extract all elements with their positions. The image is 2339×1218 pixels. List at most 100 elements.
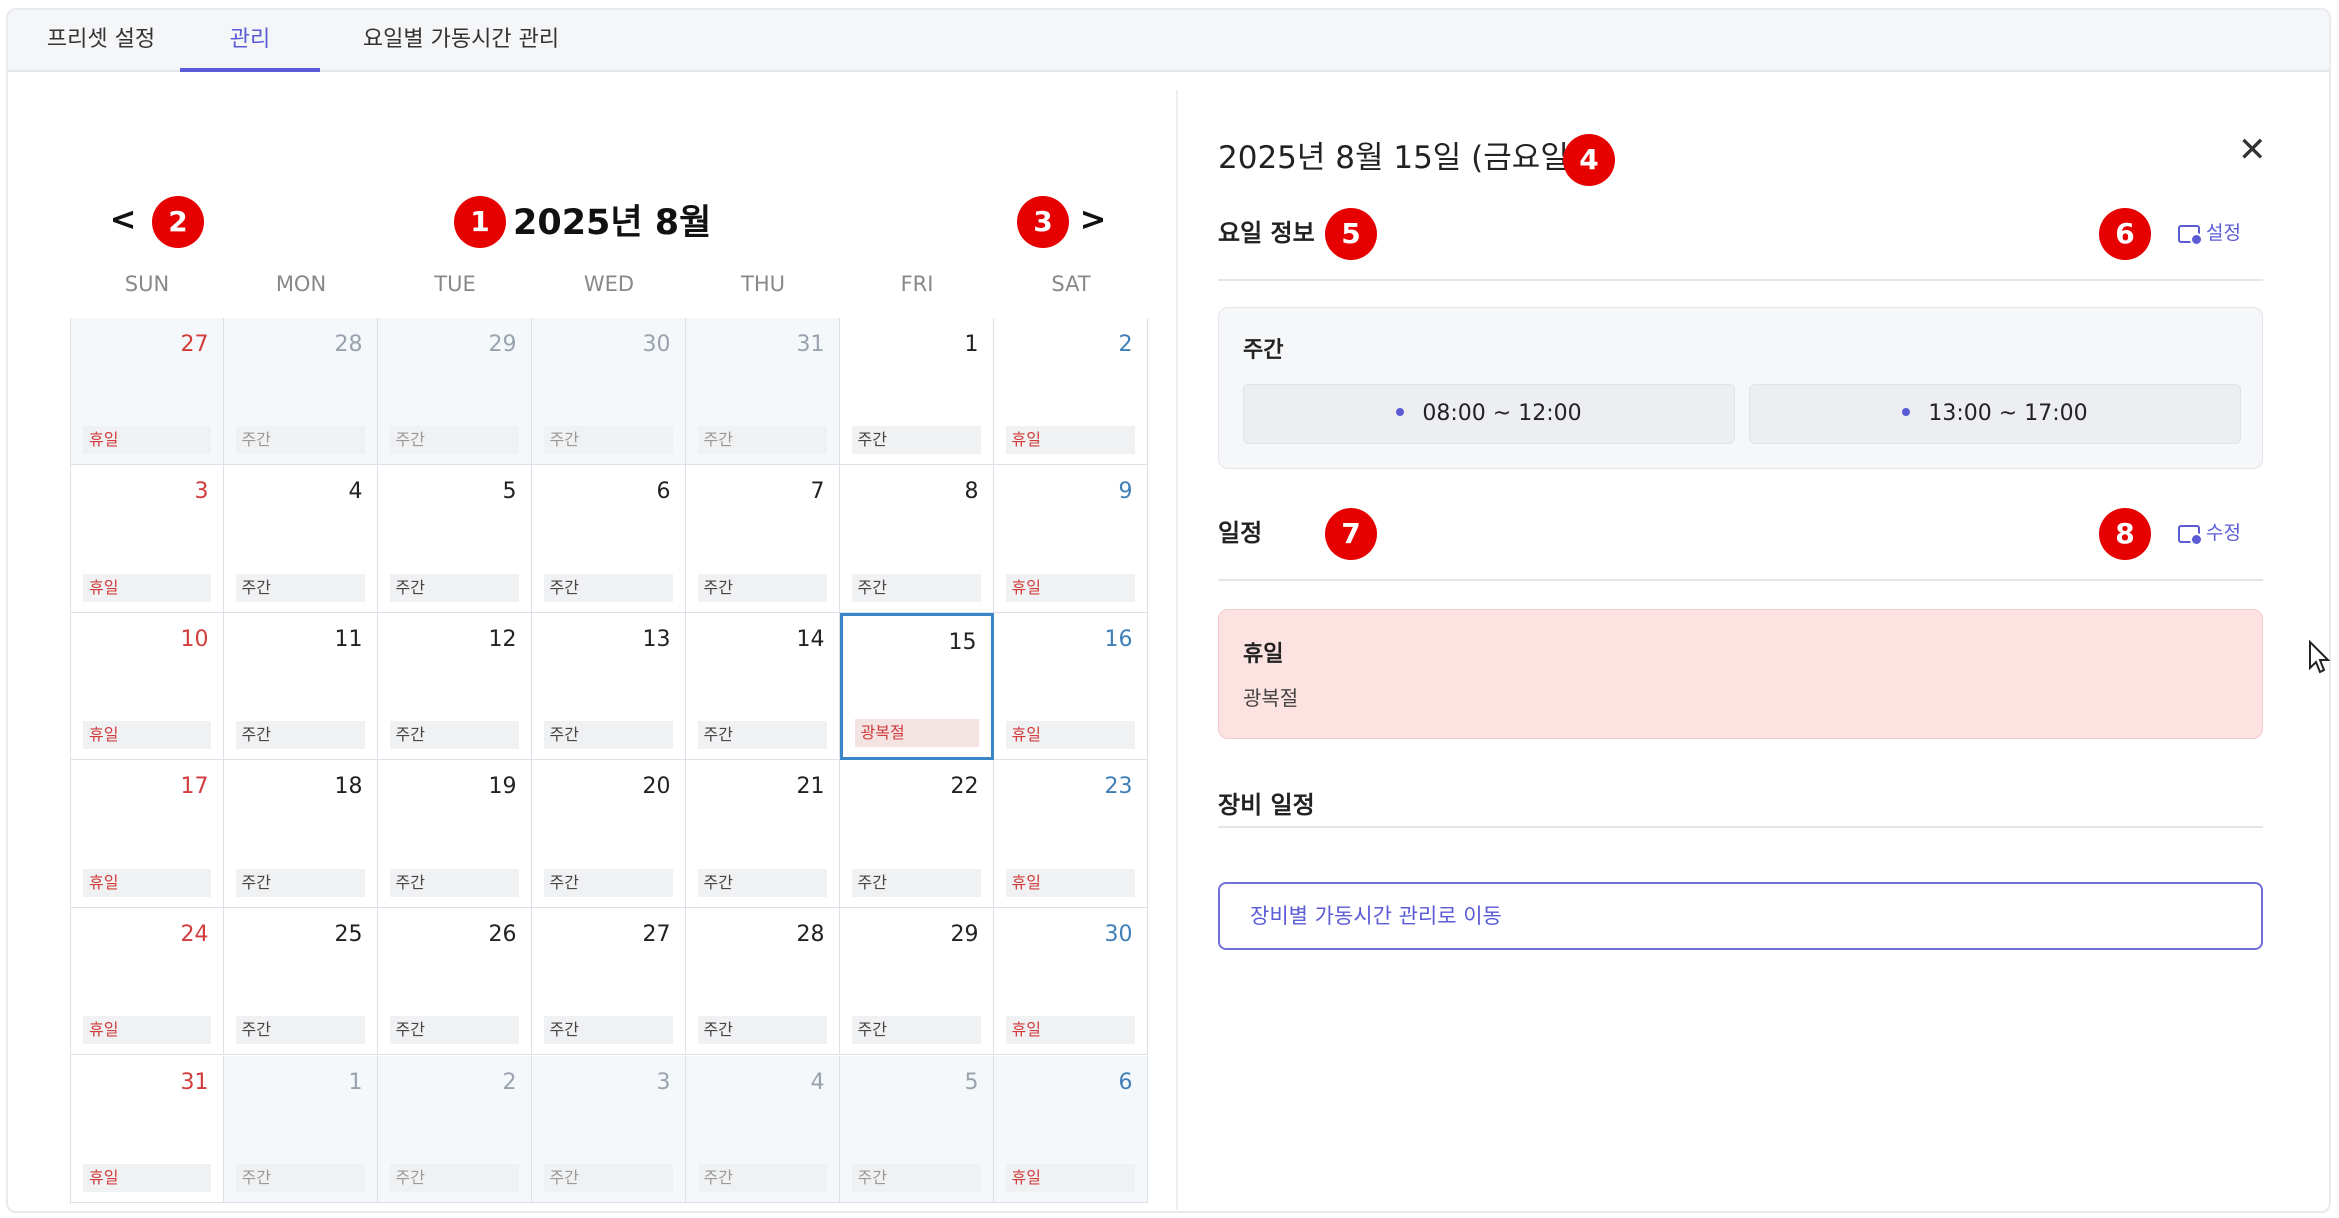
calendar-day-cell[interactable]: 27 주간 (531, 907, 686, 1056)
equipment-divider (1218, 826, 2263, 828)
day-number: 1 (964, 331, 979, 357)
day-label: 주간 (389, 1164, 519, 1193)
event-card[interactable]: 휴일 광복절 (1218, 609, 2263, 739)
calendar-day-cell[interactable]: 21 주간 (685, 760, 840, 908)
calendar-day-cell[interactable]: 17 휴일 (71, 760, 224, 908)
calendar-day-cell[interactable]: 29 주간 (839, 907, 994, 1056)
day-number: 15 (948, 629, 977, 655)
day-label: 주간 (235, 721, 365, 750)
day-number: 3 (194, 479, 209, 505)
day-number: 27 (642, 921, 671, 947)
calendar-day-cell[interactable]: 28 주간 (223, 317, 378, 466)
day-label: 주간 (389, 721, 519, 750)
calendar-day-cell[interactable]: 31 휴일 (71, 1055, 224, 1204)
day-label: 휴일 (83, 868, 211, 897)
calendar-day-cell[interactable]: 5 주간 (377, 465, 532, 613)
dot-icon (1902, 408, 1911, 416)
tab-weekday-hours[interactable]: 요일별 가동시간 관리 (336, 10, 586, 72)
prev-month-button[interactable]: < (108, 200, 138, 238)
calendar-day-cell[interactable]: 18 주간 (223, 760, 378, 908)
day-number: 28 (334, 331, 363, 357)
calendar-day-cell[interactable]: 3 휴일 (71, 465, 224, 613)
day-number: 19 (488, 774, 517, 800)
day-label: 휴일 (1005, 1164, 1135, 1193)
day-label: 주간 (697, 573, 827, 602)
schedule-edit-button[interactable]: 수정 (2178, 518, 2241, 546)
calendar-day-cell[interactable]: 22 주간 (839, 760, 994, 908)
tab-preset-settings[interactable]: 프리셋 설정 (16, 10, 186, 72)
day-label: 주간 (389, 426, 519, 455)
calendar-day-cell[interactable]: 2 휴일 (993, 317, 1148, 466)
day-label: 주간 (543, 868, 673, 897)
callout-badge-6: 6 (2099, 208, 2151, 260)
calendar-day-cell[interactable]: 6 주간 (531, 465, 686, 613)
calendar-day-cell[interactable]: 1 주간 (223, 1055, 378, 1204)
calendar-day-cell[interactable]: 27 휴일 (71, 317, 224, 466)
day-label: 휴일 (1005, 721, 1135, 750)
calendar-day-cell[interactable]: 9 휴일 (993, 465, 1148, 613)
day-number: 30 (1104, 921, 1133, 947)
day-label: 주간 (697, 868, 827, 897)
calendar-day-cell[interactable]: 20 주간 (531, 760, 686, 908)
day-label: 주간 (851, 573, 981, 602)
day-label: 휴일 (1005, 868, 1135, 897)
event-title: 휴일 (1243, 642, 1284, 667)
day-number: 5 (964, 1069, 979, 1095)
calendar-day-cell[interactable]: 25 주간 (223, 907, 378, 1056)
calendar-day-cell[interactable]: 2 주간 (377, 1055, 532, 1204)
day-number: 13 (642, 626, 671, 652)
calendar-day-cell[interactable]: 13 주간 (531, 612, 686, 761)
calendar-day-cell[interactable]: 31 주간 (685, 317, 840, 466)
calendar-day-cell[interactable]: 30 휴일 (993, 907, 1148, 1056)
calendar-day-cell[interactable]: 1 주간 (839, 317, 994, 466)
day-number: 11 (334, 626, 363, 652)
calendar-day-cell[interactable]: 5 주간 (839, 1055, 994, 1204)
day-label: 주간 (697, 1164, 827, 1193)
calendar-day-cell[interactable]: 23 휴일 (993, 760, 1148, 908)
selected-date-title: 2025년 8월 15일 (금요일) (1218, 140, 1581, 176)
equipment-hours-link-button[interactable]: 장비별 가동시간 관리로 이동 (1218, 882, 2263, 950)
day-number: 20 (642, 774, 671, 800)
calendar-day-cell[interactable]: 16 휴일 (993, 612, 1148, 761)
calendar-day-cell[interactable]: 12 주간 (377, 612, 532, 761)
calendar-day-cell[interactable]: 14 주간 (685, 612, 840, 761)
day-number: 31 (796, 331, 825, 357)
calendar-day-cell[interactable]: 19 주간 (377, 760, 532, 908)
day-number: 6 (1118, 1069, 1133, 1095)
day-number: 23 (1104, 774, 1133, 800)
next-month-button[interactable]: > (1078, 200, 1108, 238)
calendar-day-cell[interactable]: 26 주간 (377, 907, 532, 1056)
tab-bar: 프리셋 설정 관리 요일별 가동시간 관리 (8, 10, 2329, 72)
calendar-day-cell[interactable]: 3 주간 (531, 1055, 686, 1204)
calendar-day-cell[interactable]: 24 휴일 (71, 907, 224, 1056)
day-label: 주간 (235, 573, 365, 602)
tab-management[interactable]: 관리 (180, 10, 320, 72)
calendar-day-cell[interactable]: 28 주간 (685, 907, 840, 1056)
equipment-schedule-title: 장비 일정 (1218, 791, 1315, 819)
calendar-day-cell[interactable]: 8 주간 (839, 465, 994, 613)
calendar-day-cell[interactable]: 15 광복절 (839, 612, 994, 761)
day-number: 29 (488, 331, 517, 357)
day-label: 주간 (851, 868, 981, 897)
calendar-day-cell[interactable]: 29 주간 (377, 317, 532, 466)
callout-badge-8: 8 (2099, 508, 2151, 560)
day-info-settings-button[interactable]: 설정 (2178, 218, 2241, 246)
close-icon[interactable]: ✕ (2238, 130, 2267, 170)
calendar-day-cell[interactable]: 7 주간 (685, 465, 840, 613)
calendar-day-cell[interactable]: 11 주간 (223, 612, 378, 761)
calendar-day-cell[interactable]: 6 휴일 (993, 1055, 1148, 1204)
calendar-day-cell[interactable]: 4 주간 (685, 1055, 840, 1204)
day-label: 휴일 (83, 1016, 211, 1045)
calendar-day-cell[interactable]: 10 휴일 (71, 612, 224, 761)
day-number: 10 (180, 626, 209, 652)
day-number: 14 (796, 626, 825, 652)
calendar-day-cell[interactable]: 30 주간 (531, 317, 686, 466)
day-label: 주간 (543, 573, 673, 602)
mouse-cursor-icon (2309, 640, 2331, 674)
day-label: 주간 (235, 1016, 365, 1045)
weekday-sun: SUN (124, 272, 170, 296)
calendar-day-cell[interactable]: 4 주간 (223, 465, 378, 613)
day-label: 주간 (235, 1164, 365, 1193)
day-number: 22 (950, 774, 979, 800)
weekday-sat: SAT (1051, 272, 1091, 296)
